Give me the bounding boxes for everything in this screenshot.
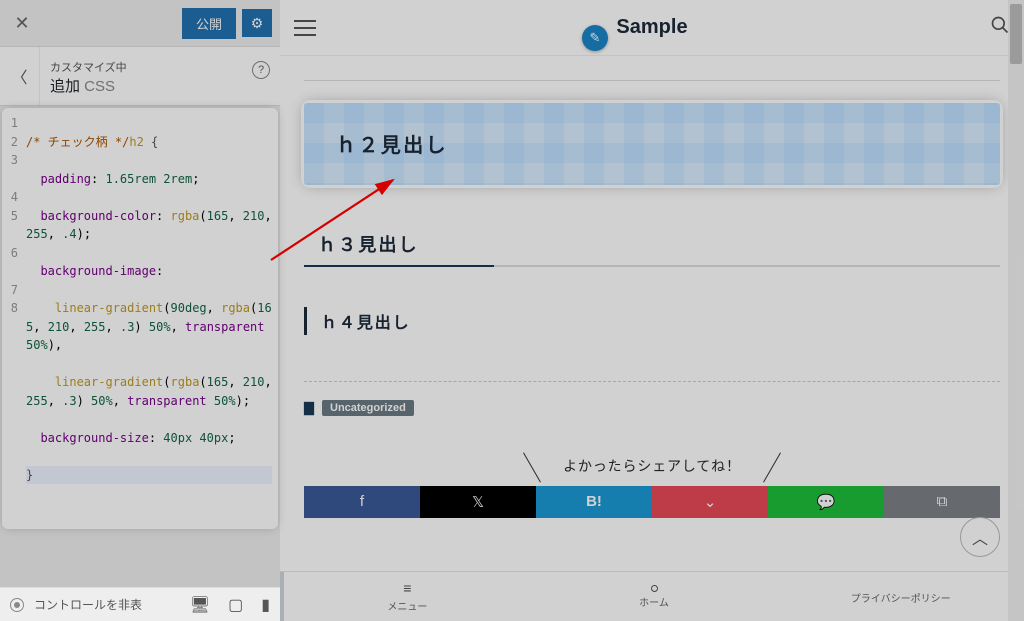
tab-home[interactable]: ホーム (531, 572, 778, 621)
device-tablet-button[interactable]: ▢ (228, 595, 243, 615)
divider (304, 80, 1000, 81)
share-hatena-button[interactable]: B! (536, 486, 652, 518)
facebook-icon: f (360, 493, 364, 510)
h2-highlight-box: ｈ２見出し (304, 103, 1000, 185)
customizer-title-row: 〈 カスタマイズ中 追加 CSS ? (0, 46, 280, 106)
h2-heading: ｈ２見出し (304, 103, 1000, 185)
share-copy-button[interactable]: ⧉ (884, 486, 1000, 518)
hamburger-button[interactable] (294, 20, 316, 36)
customizer-subtitle: カスタマイズ中 (50, 59, 270, 75)
publish-settings-button[interactable]: ⚙ (242, 9, 272, 37)
scroll-thumb[interactable] (1010, 4, 1022, 64)
chevron-up-icon: ︿ (972, 525, 988, 549)
search-icon[interactable] (990, 15, 1010, 41)
hide-controls-link[interactable]: コントロールを非表 (34, 596, 142, 613)
gear-icon: ⚙ (251, 15, 264, 32)
category-row: ▇ Uncategorized (304, 400, 1000, 416)
h3-heading: ｈ３見出し (304, 231, 1000, 267)
eye-icon (10, 598, 24, 612)
share-x-button[interactable]: 𝕏 (420, 486, 536, 518)
customizer-main-title: 追加 CSS (50, 75, 270, 96)
line-icon: 💬 (817, 493, 836, 511)
share-bar: f 𝕏 B! ⌄ 💬 ⧉ (304, 486, 1000, 518)
tab-menu[interactable]: ≡メニュー (280, 572, 531, 621)
share-heading: よかったらシェアしてね！ (304, 456, 1000, 476)
vertical-scrollbar[interactable]: ▲ (1008, 0, 1024, 621)
tab-privacy[interactable]: プライバシーポリシー (777, 572, 1024, 621)
customizer-topbar: ✕ 公開 ⚙ (0, 0, 280, 46)
device-desktop-button[interactable]: 🖥 (190, 595, 210, 615)
dotted-divider (304, 381, 1000, 382)
css-editor[interactable]: 1 2 3 4 5 6 7 8 /* チェック柄 */h2 { padding:… (4, 110, 276, 527)
pocket-icon: ⌄ (704, 493, 717, 511)
home-icon (651, 585, 658, 592)
x-icon: 𝕏 (472, 493, 484, 511)
share-facebook-button[interactable]: f (304, 486, 420, 518)
preview-header: ✎ Sample (280, 0, 1024, 56)
help-icon[interactable]: ? (252, 61, 270, 79)
site-title[interactable]: Sample (616, 16, 687, 39)
back-button[interactable]: 〈 (0, 47, 40, 105)
menu-icon: ≡ (403, 580, 411, 596)
device-mobile-button[interactable]: ▮ (261, 595, 270, 615)
preview-bottom-tabs: ≡メニュー ホーム プライバシーポリシー (280, 571, 1024, 621)
line-gutter: 1 2 3 4 5 6 7 8 (4, 110, 22, 525)
copy-icon: ⧉ (937, 493, 948, 510)
category-tag[interactable]: Uncategorized (322, 400, 414, 416)
close-customizer-button[interactable]: ✕ (0, 0, 44, 46)
customizer-panel: ✕ 公開 ⚙ 〈 カスタマイズ中 追加 CSS ? 1 2 3 4 5 6 7 … (0, 0, 280, 621)
folder-icon: ▇ (304, 400, 314, 416)
share-pocket-button[interactable]: ⌄ (652, 486, 768, 518)
customizer-footer: コントロールを非表 🖥 ▢ ▮ (0, 587, 280, 621)
preview-body: ｈ２見出し ｈ３見出し ｈ４見出し ▇ Uncategorized よかったらシ… (280, 56, 1024, 518)
share-line-button[interactable]: 💬 (768, 486, 884, 518)
scroll-top-button[interactable]: ︿ (960, 517, 1000, 557)
css-source[interactable]: /* チェック柄 */h2 { padding: 1.65rem 2rem; b… (22, 110, 276, 525)
preview-pane: ✎ Sample ｈ２見出し ｈ３見出し ｈ４見出し ▇ Uncategoriz… (280, 0, 1024, 621)
pencil-icon: ✎ (590, 30, 601, 46)
publish-button[interactable]: 公開 (182, 8, 236, 39)
customizer-title: カスタマイズ中 追加 CSS ? (40, 53, 280, 100)
edit-shortcut-button[interactable]: ✎ (582, 25, 608, 51)
h4-heading: ｈ４見出し (304, 307, 1000, 335)
